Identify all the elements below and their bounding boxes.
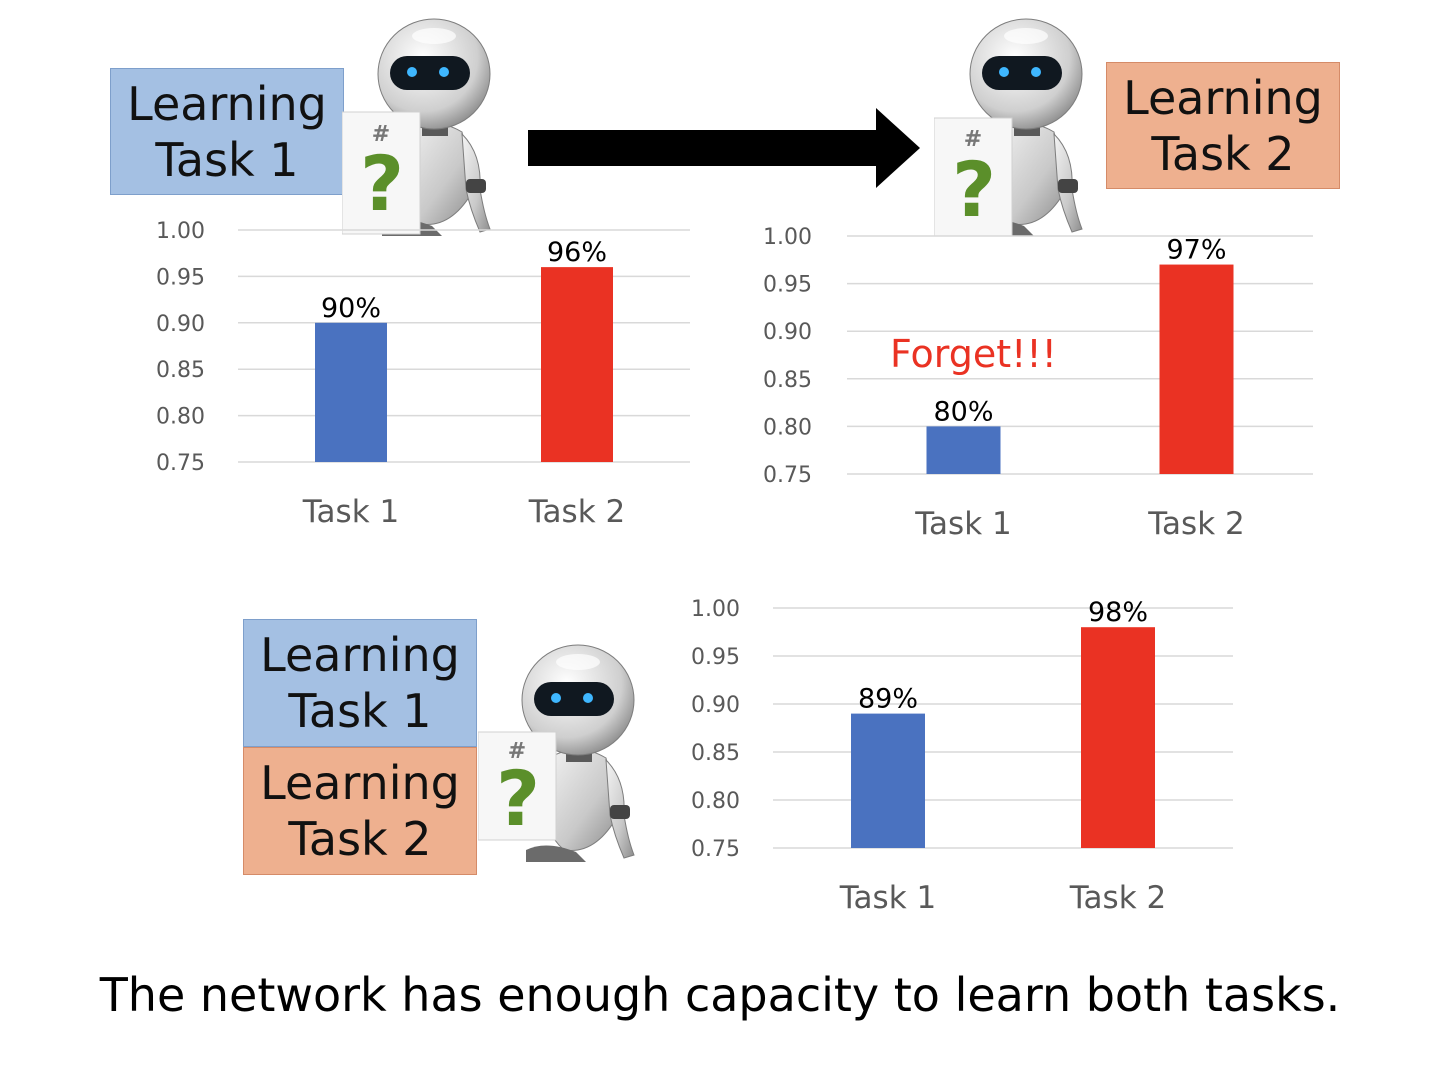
y-tick-label: 0.80: [763, 415, 812, 440]
bar-task-2: [1081, 627, 1155, 848]
y-tick-label: 0.95: [156, 265, 205, 290]
category-label: Task 2: [528, 494, 625, 530]
y-tick-label: 0.95: [691, 645, 740, 670]
forget-label: Forget!!!: [890, 332, 1057, 376]
y-tick-label: 0.90: [691, 693, 740, 718]
robot-icon: # ?: [477, 644, 635, 863]
robot-3: # ?: [477, 640, 648, 869]
bar-task-2: [1159, 264, 1234, 474]
y-tick-label: 1.00: [763, 225, 812, 250]
y-tick-label: 0.75: [156, 451, 205, 476]
y-tick-label: 0.80: [691, 789, 740, 814]
y-tick-label: 0.95: [763, 273, 812, 298]
category-label: Task 2: [1147, 506, 1244, 542]
category-label: Task 1: [839, 880, 936, 916]
y-tick-label: 0.75: [763, 463, 812, 488]
box-line2: Task 1: [288, 684, 432, 738]
y-tick-label: 0.85: [763, 368, 812, 393]
learning-task2-box: Learning Task 2: [1106, 62, 1340, 189]
category-label: Task 1: [302, 494, 399, 530]
data-label: 97%: [1166, 235, 1226, 266]
box-line1: Learning: [260, 628, 460, 682]
bar-chart-after-task2: 1.00 0.95 0.90 0.85 0.80 0.75 80% Task 1 97% Task…: [763, 225, 1313, 542]
robot-2: # ?: [933, 14, 1104, 243]
learning-task1-box: Learning Task 1: [110, 68, 344, 195]
box-line1: Learning: [1123, 70, 1323, 125]
caption: The network has enough capacity to learn…: [99, 968, 1341, 1022]
box-line2: Task 2: [1151, 126, 1295, 181]
category-label: Task 1: [914, 506, 1011, 542]
y-tick-label: 0.90: [763, 320, 812, 345]
y-tick-label: 1.00: [156, 219, 205, 244]
bar-task-1: [851, 713, 925, 848]
data-label: 98%: [1088, 597, 1148, 628]
category-label: Task 2: [1069, 880, 1166, 916]
robot-1: # ?: [341, 14, 512, 243]
learning-task1-box-bottom: Learning Task 1: [243, 619, 477, 747]
y-tick-label: 0.75: [691, 837, 740, 862]
bar-chart-multitask: 1.00 0.95 0.90 0.85 0.80 0.75 89% Task 1 98% Task…: [691, 597, 1233, 916]
box-line1: Learning: [260, 756, 460, 810]
bar-task-2: [541, 267, 613, 462]
question-icon: ?: [496, 754, 540, 843]
data-label: 90%: [321, 293, 381, 324]
y-tick-label: 0.85: [691, 741, 740, 766]
box-line1: Learning: [127, 76, 327, 131]
y-tick-label: 1.00: [691, 597, 740, 622]
y-tick-label: 0.80: [156, 405, 205, 430]
bar-task-1: [315, 322, 387, 462]
arrow-right-icon: [528, 108, 920, 188]
robot-icon: # ?: [933, 18, 1083, 237]
y-tick-label: 0.85: [156, 358, 205, 383]
data-label: 89%: [858, 684, 918, 715]
box-line2: Task 1: [155, 132, 299, 187]
data-label: 80%: [933, 396, 993, 427]
box-line2: Task 2: [288, 812, 432, 866]
robot-icon: # ?: [341, 18, 491, 237]
bar-task-1: [926, 426, 1001, 474]
y-tick-label: 0.90: [156, 312, 205, 337]
bar-chart-after-task1: 1.00 0.95 0.90 0.85 0.80 0.75 90% Task 1 96% Task…: [156, 219, 690, 530]
learning-task2-box-bottom: Learning Task 2: [243, 747, 477, 875]
data-label: 96%: [547, 237, 607, 268]
